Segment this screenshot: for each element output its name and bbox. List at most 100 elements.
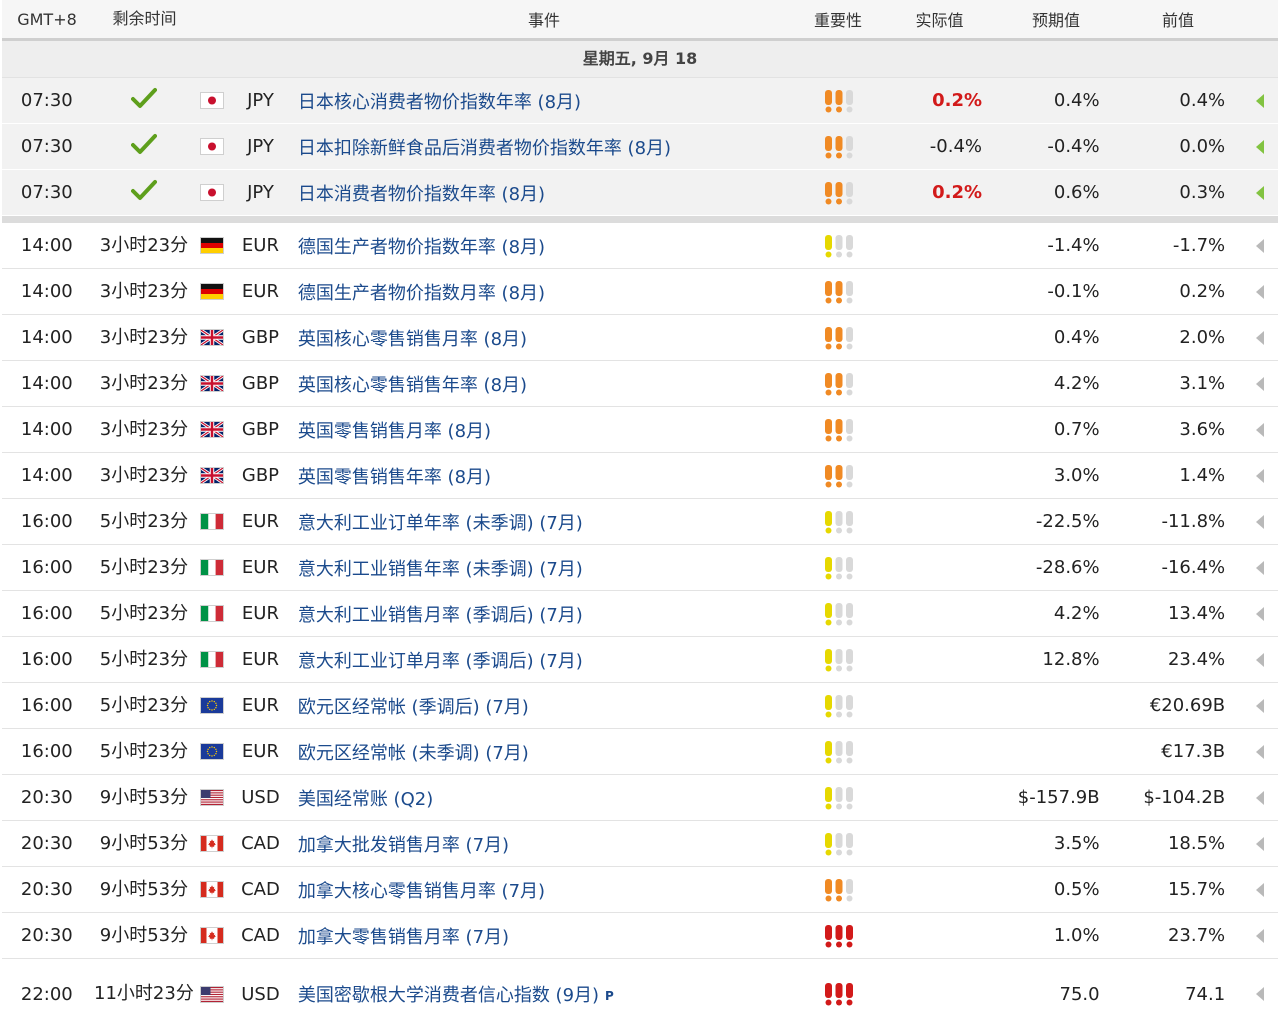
event-row[interactable]: 14:00 3小时23分 GBP 英国核心零售销售年率 (8月) 4.2% 3.1% [2, 361, 1278, 407]
event-title[interactable]: 加拿大零售销售月率 (7月) [298, 927, 509, 948]
triangle-left-gray-icon[interactable] [1241, 986, 1278, 1002]
triangle-left-green-icon[interactable] [1241, 93, 1278, 109]
triangle-left-gray-icon[interactable] [1241, 468, 1278, 484]
event-link[interactable]: 意大利工业销售年率 (未季调) (7月) [293, 555, 796, 581]
time-remaining: 5小时23分 [99, 694, 189, 716]
event-title[interactable]: 德国生产者物价指数年率 (8月) [298, 237, 545, 258]
triangle-left-gray-icon[interactable] [1241, 652, 1278, 668]
triangle-left-gray-icon[interactable] [1241, 284, 1278, 300]
event-title[interactable]: 意大利工业销售年率 (未季调) (7月) [298, 559, 583, 580]
event-row[interactable]: 16:00 5小时23分 EUR 意大利工业销售月率 (季调后) (7月) 4.2% 13… [2, 591, 1278, 637]
triangle-left-gray-icon[interactable] [1241, 836, 1278, 852]
event-title[interactable]: 德国生产者物价指数月率 (8月) [298, 283, 545, 304]
triangle-left-gray-icon[interactable] [1241, 376, 1278, 392]
event-title[interactable]: 英国核心零售销售月率 (8月) [298, 329, 527, 350]
triangle-left-green-icon[interactable] [1241, 139, 1278, 155]
event-link[interactable]: 英国核心零售销售年率 (8月) [293, 371, 796, 397]
event-row[interactable]: 20:30 9小时53分 USD 美国经常账 (Q2) $-157.9B $-104.2B [2, 775, 1278, 821]
low-importance-icon [796, 832, 884, 856]
forecast-value: 3.0% [1053, 465, 1100, 486]
event-link[interactable]: 加拿大核心零售销售月率 (7月) [293, 877, 796, 903]
event-title[interactable]: 英国零售销售年率 (8月) [298, 467, 491, 488]
event-link[interactable]: 德国生产者物价指数月率 (8月) [293, 279, 796, 305]
event-row[interactable]: 14:00 3小时23分 GBP 英国核心零售销售月率 (8月) 0.4% 2.0% [2, 315, 1278, 361]
event-row[interactable]: 20:30 9小时53分 CAD 加拿大核心零售销售月率 (7月) 0.5% 15.7% [2, 867, 1278, 913]
event-title[interactable]: 日本消费者物价指数年率 (8月) [298, 184, 545, 205]
event-title[interactable]: 加拿大核心零售销售月率 (7月) [298, 881, 545, 902]
triangle-left-gray-icon[interactable] [1241, 882, 1278, 898]
event-link[interactable]: 美国密歇根大学消费者信心指数 (9月) P [293, 981, 796, 1007]
event-row[interactable]: 16:00 5小时23分 EUR 意大利工业订单月率 (季调后) (7月) 12.8% 2… [2, 637, 1278, 683]
event-row[interactable]: 07:30 JPY 日本核心消费者物价指数年率 (8月) 0.2% 0.4% 0.4% [2, 78, 1278, 124]
header-timezone[interactable]: GMT+8 [2, 10, 92, 29]
triangle-left-gray-icon[interactable] [1241, 422, 1278, 438]
event-row[interactable]: 20:30 9小时53分 CAD 加拿大零售销售月率 (7月) 1.0% 23.7% [2, 913, 1278, 959]
event-time: 16:00 [20, 511, 73, 532]
event-title[interactable]: 英国核心零售销售年率 (8月) [298, 375, 527, 396]
event-link[interactable]: 英国零售销售年率 (8月) [293, 463, 796, 489]
event-title[interactable]: 意大利工业订单年率 (未季调) (7月) [298, 513, 583, 534]
triangle-left-gray-icon[interactable] [1241, 790, 1278, 806]
event-row[interactable]: 16:00 5小时23分 EUR 意大利工业销售年率 (未季调) (7月) -28.6%… [2, 545, 1278, 591]
event-title[interactable]: 加拿大批发销售月率 (7月) [298, 835, 509, 856]
event-link[interactable]: 日本扣除新鲜食品后消费者物价指数年率 (8月) [293, 134, 796, 160]
event-row[interactable]: 14:00 3小时23分 GBP 英国零售销售月率 (8月) 0.7% 3.6% [2, 407, 1278, 453]
event-title[interactable]: 意大利工业订单月率 (季调后) (7月) [298, 651, 583, 672]
event-link[interactable]: 加拿大零售销售月率 (7月) [293, 923, 796, 949]
previous-value: 23.4% [1167, 649, 1226, 670]
event-row[interactable]: 07:30 JPY 日本扣除新鲜食品后消费者物价指数年率 (8月) -0.4% -0.4… [2, 124, 1278, 170]
triangle-left-green-icon[interactable] [1241, 185, 1278, 201]
event-link[interactable]: 欧元区经常帐 (季调后) (7月) [293, 693, 796, 719]
canada-flag-icon [196, 836, 228, 851]
event-link[interactable]: 日本核心消费者物价指数年率 (8月) [293, 88, 796, 114]
event-link[interactable]: 英国零售销售月率 (8月) [293, 417, 796, 443]
event-row[interactable]: 14:00 3小时23分 EUR 德国生产者物价指数月率 (8月) -0.1% 0.2% [2, 269, 1278, 315]
low-importance-icon [796, 786, 884, 810]
event-title[interactable]: 日本扣除新鲜食品后消费者物价指数年率 (8月) [298, 138, 671, 159]
event-row[interactable]: 14:00 3小时23分 GBP 英国零售销售年率 (8月) 3.0% 1.4% [2, 453, 1278, 499]
forecast-value: -22.5% [1035, 511, 1100, 532]
event-link[interactable]: 加拿大批发销售月率 (7月) [293, 831, 796, 857]
triangle-left-gray-icon[interactable] [1241, 698, 1278, 714]
event-row[interactable]: 16:00 5小时23分 EUR 欧元区经常帐 (季调后) (7月) €20.69B [2, 683, 1278, 729]
event-title[interactable]: 意大利工业销售月率 (季调后) (7月) [298, 605, 583, 626]
event-link[interactable]: 意大利工业销售月率 (季调后) (7月) [293, 601, 796, 627]
event-link[interactable]: 美国经常账 (Q2) [293, 785, 796, 811]
event-link[interactable]: 意大利工业订单月率 (季调后) (7月) [293, 647, 796, 673]
triangle-left-gray-icon[interactable] [1241, 514, 1278, 530]
previous-value: 23.7% [1167, 925, 1226, 946]
triangle-left-gray-icon[interactable] [1241, 330, 1278, 346]
forecast-value: 0.7% [1053, 419, 1100, 440]
triangle-left-gray-icon[interactable] [1241, 606, 1278, 622]
event-row[interactable]: 16:00 5小时23分 EUR 意大利工业订单年率 (未季调) (7月) -22.5%… [2, 499, 1278, 545]
triangle-left-gray-icon[interactable] [1241, 744, 1278, 760]
event-row[interactable]: 14:00 3小时23分 EUR 德国生产者物价指数年率 (8月) -1.4% -1.7% [2, 223, 1278, 269]
event-title[interactable]: 英国零售销售月率 (8月) [298, 421, 491, 442]
italy-flag-icon [196, 560, 228, 575]
eu-flag-icon [196, 744, 228, 759]
event-link[interactable]: 欧元区经常帐 (未季调) (7月) [293, 739, 796, 765]
event-time: 14:00 [20, 327, 73, 348]
triangle-left-gray-icon[interactable] [1241, 238, 1278, 254]
event-time: 20:30 [20, 925, 73, 946]
event-title[interactable]: 美国密歇根大学消费者信心指数 (9月) [298, 985, 599, 1006]
event-title[interactable]: 美国经常账 (Q2) [298, 789, 433, 810]
check-icon [92, 179, 197, 207]
forecast-value: -0.4% [1047, 136, 1100, 157]
event-link[interactable]: 日本消费者物价指数年率 (8月) [293, 180, 796, 206]
event-row[interactable]: 16:00 5小时23分 EUR 欧元区经常帐 (未季调) (7月) €17.3B [2, 729, 1278, 775]
event-row[interactable]: 07:30 JPY 日本消费者物价指数年率 (8月) 0.2% 0.6% 0.3% [2, 170, 1278, 216]
currency-code: EUR [241, 511, 279, 532]
forecast-value: 12.8% [1042, 649, 1100, 670]
event-title[interactable]: 欧元区经常帐 (季调后) (7月) [298, 697, 529, 718]
event-row[interactable]: 22:00 11小时23分 USD 美国密歇根大学消费者信心指数 (9月) P 75.0 7… [2, 959, 1278, 1029]
triangle-left-gray-icon[interactable] [1241, 928, 1278, 944]
event-link[interactable]: 意大利工业订单年率 (未季调) (7月) [293, 509, 796, 535]
event-title[interactable]: 欧元区经常帐 (未季调) (7月) [298, 743, 529, 764]
event-row[interactable]: 20:30 9小时53分 CAD 加拿大批发销售月率 (7月) 3.5% 18.5% [2, 821, 1278, 867]
event-link[interactable]: 英国核心零售销售月率 (8月) [293, 325, 796, 351]
event-link[interactable]: 德国生产者物价指数年率 (8月) [293, 233, 796, 259]
previous-value: 0.3% [1179, 182, 1226, 203]
event-title[interactable]: 日本核心消费者物价指数年率 (8月) [298, 92, 581, 113]
triangle-left-gray-icon[interactable] [1241, 560, 1278, 576]
